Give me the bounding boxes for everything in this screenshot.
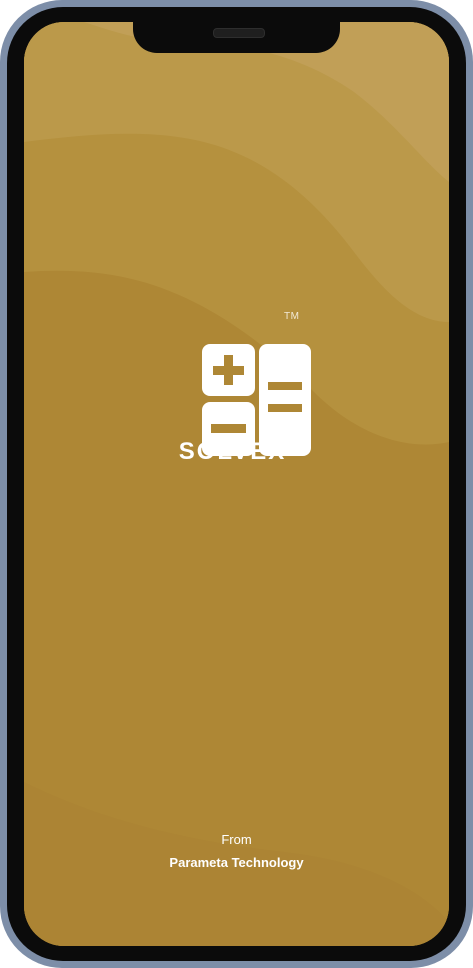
trademark-symbol: TM <box>284 311 300 322</box>
footer-from-label: From <box>221 832 252 847</box>
app-name: SOLVEX <box>178 438 287 465</box>
background-waves <box>24 22 449 946</box>
footer-company-name: Parameta Technology <box>169 855 304 870</box>
splash-screen <box>24 22 449 946</box>
speaker-grille <box>213 28 265 38</box>
